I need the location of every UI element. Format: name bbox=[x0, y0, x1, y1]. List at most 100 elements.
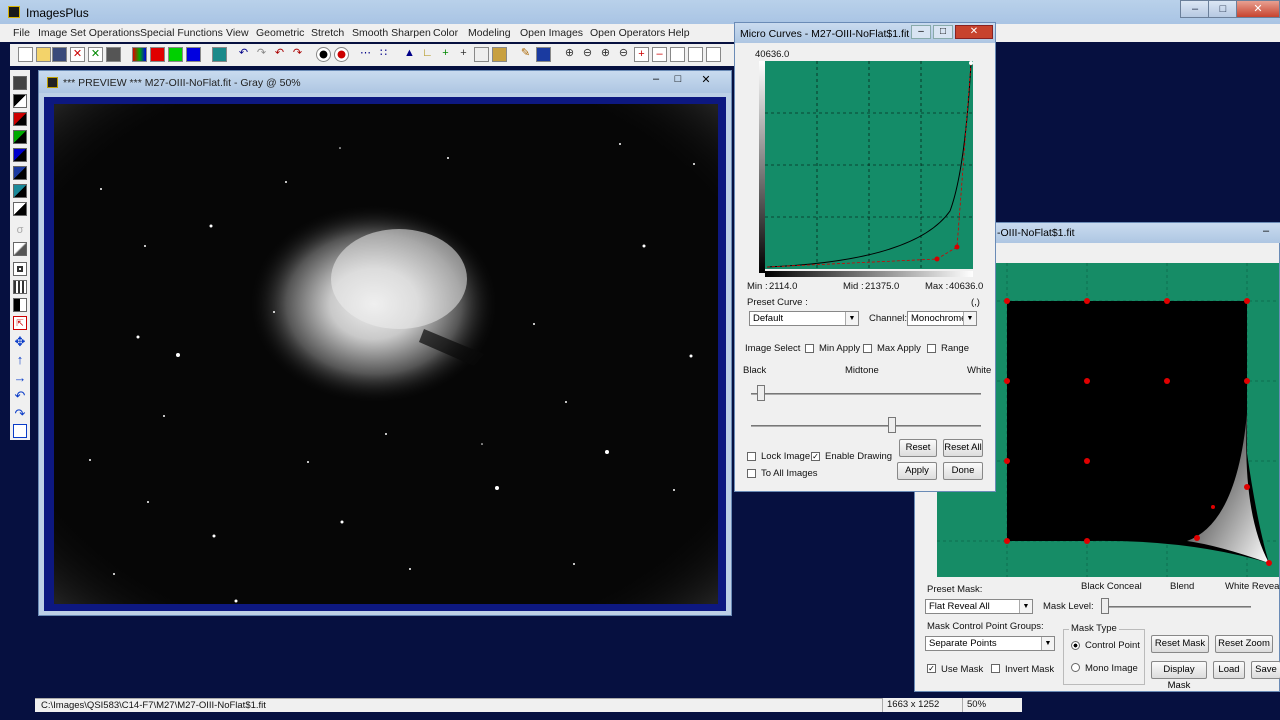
zoom-actual-icon[interactable]: ⊖ bbox=[616, 47, 631, 62]
black-point-thumb[interactable] bbox=[757, 385, 765, 401]
menu-open-operators[interactable]: Open Operators bbox=[590, 27, 665, 39]
plus-icon[interactable]: + bbox=[438, 47, 453, 62]
menu-open-images[interactable]: Open Images bbox=[520, 27, 583, 39]
reset-button[interactable]: Reset bbox=[899, 439, 937, 457]
delete-icon[interactable]: ✕ bbox=[70, 47, 85, 62]
crosshair-icon[interactable]: + bbox=[456, 47, 471, 62]
menu-image-set-operations[interactable]: Image Set Operations bbox=[38, 27, 140, 39]
undo-all-icon[interactable]: ↶ bbox=[272, 47, 287, 62]
control-point-radio[interactable] bbox=[1071, 641, 1080, 650]
lock-image-checkbox[interactable] bbox=[747, 452, 756, 461]
zoom-fit-icon[interactable]: ⊕ bbox=[598, 47, 613, 62]
axes-icon[interactable]: ∟ bbox=[420, 47, 435, 62]
green-tool-icon[interactable] bbox=[13, 130, 27, 144]
window-2-icon[interactable] bbox=[688, 47, 703, 62]
mono-image-radio[interactable] bbox=[1071, 663, 1080, 672]
min-apply-checkbox[interactable] bbox=[805, 344, 814, 353]
redo-all-icon[interactable]: ↷ bbox=[290, 47, 305, 62]
invert-tool-icon[interactable] bbox=[13, 202, 27, 216]
enable-drawing-checkbox[interactable]: ✓ bbox=[811, 452, 820, 461]
bw-tool-icon[interactable] bbox=[13, 94, 27, 108]
minimize-icon[interactable]: – bbox=[1180, 0, 1210, 18]
red-tool-icon[interactable] bbox=[13, 112, 27, 126]
preview-close-icon[interactable]: ✕ bbox=[697, 73, 715, 87]
range-checkbox[interactable] bbox=[927, 344, 936, 353]
zoom-out-icon[interactable]: ⊖ bbox=[580, 47, 595, 62]
rgb-icon[interactable] bbox=[132, 47, 147, 62]
sigma-icon[interactable]: σ bbox=[13, 224, 27, 238]
preview-titlebar[interactable]: *** PREVIEW *** M27-OIII-NoFlat.fit - Gr… bbox=[39, 71, 731, 93]
preset-curve-select[interactable]: Default ▼ bbox=[749, 311, 859, 326]
save-mask-button[interactable]: Save bbox=[1251, 661, 1280, 679]
reset-zoom-button[interactable]: Reset Zoom bbox=[1215, 635, 1273, 653]
table-icon[interactable] bbox=[474, 47, 489, 62]
micro-curves-dialog[interactable]: Micro Curves - M27-OIII-NoFlat$1.fit – □… bbox=[734, 22, 996, 492]
rotate-right-icon[interactable]: ↷ bbox=[13, 407, 27, 422]
open-icon[interactable] bbox=[36, 47, 51, 62]
mask-level-slider[interactable] bbox=[1101, 606, 1251, 608]
redo-icon[interactable]: ↷ bbox=[254, 47, 269, 62]
menu-view[interactable]: View bbox=[226, 27, 249, 39]
undo-icon[interactable]: ↶ bbox=[236, 47, 251, 62]
preset-mask-select[interactable]: Flat Reveal All ▼ bbox=[925, 599, 1033, 614]
reset-mask-button[interactable]: Reset Mask bbox=[1151, 635, 1209, 653]
black-point-slider[interactable] bbox=[751, 393, 981, 395]
select-tool-icon[interactable]: ⇱ bbox=[13, 316, 27, 330]
curves-titlebar[interactable]: Micro Curves - M27-OIII-NoFlat$1.fit – □… bbox=[735, 23, 995, 43]
arrow-up-icon[interactable]: ↑ bbox=[13, 353, 27, 368]
add-red-icon[interactable]: + bbox=[634, 47, 649, 62]
preview-minimize-icon[interactable]: – bbox=[647, 73, 665, 87]
reset-all-button[interactable]: Reset All bbox=[943, 439, 983, 457]
channel-select[interactable]: Monochrome ▼ bbox=[907, 311, 977, 326]
close-icon[interactable]: ✕ bbox=[1236, 0, 1280, 18]
split-tool-icon[interactable] bbox=[13, 298, 27, 312]
menu-modeling[interactable]: Modeling bbox=[468, 27, 511, 39]
subtract-red-icon[interactable]: – bbox=[652, 47, 667, 62]
menu-color[interactable]: Color bbox=[433, 27, 458, 39]
curve-graph[interactable] bbox=[765, 61, 973, 269]
window-1-icon[interactable] bbox=[670, 47, 685, 62]
arrow-right-icon[interactable]: → bbox=[13, 371, 27, 386]
layer-tool-icon[interactable] bbox=[13, 166, 27, 180]
aperture-icon[interactable] bbox=[316, 47, 331, 62]
pencil-icon[interactable]: ✎ bbox=[518, 47, 533, 62]
blue-tool-icon[interactable] bbox=[13, 148, 27, 162]
done-button[interactable]: Done bbox=[943, 462, 983, 480]
mask-minimize-icon[interactable]: – bbox=[1255, 225, 1277, 239]
curves-close-icon[interactable]: ✕ bbox=[955, 25, 993, 39]
invert-mask-checkbox[interactable] bbox=[991, 664, 1000, 673]
crop-icon[interactable]: ✕ bbox=[88, 47, 103, 62]
use-mask-checkbox[interactable]: ✓ bbox=[927, 664, 936, 673]
menu-file[interactable]: File bbox=[13, 27, 30, 39]
bars-tool-icon[interactable] bbox=[13, 280, 27, 294]
cyan-tool-icon[interactable] bbox=[13, 184, 27, 198]
move-icon[interactable]: ✥ bbox=[13, 335, 27, 350]
display-mask-button[interactable]: Display Mask bbox=[1151, 661, 1207, 691]
points-icon[interactable]: ∷ bbox=[376, 47, 391, 62]
red-channel-icon[interactable] bbox=[150, 47, 165, 62]
print-icon[interactable] bbox=[106, 47, 121, 62]
copy-tool-icon[interactable] bbox=[13, 424, 27, 438]
zoom-in-icon[interactable]: ⊕ bbox=[562, 47, 577, 62]
blue-channel-icon[interactable] bbox=[186, 47, 201, 62]
image-icon[interactable] bbox=[492, 47, 507, 62]
apply-button[interactable]: Apply bbox=[897, 462, 937, 480]
to-all-images-checkbox[interactable] bbox=[747, 469, 756, 478]
menu-geometric[interactable]: Geometric bbox=[256, 27, 304, 39]
target-icon[interactable] bbox=[334, 47, 349, 62]
curves-minimize-icon[interactable]: – bbox=[911, 25, 931, 39]
menu-special-functions[interactable]: Special Functions bbox=[140, 27, 223, 39]
white-point-thumb[interactable] bbox=[888, 417, 896, 433]
histogram-icon[interactable]: ▲ bbox=[402, 47, 417, 62]
grid-icon[interactable] bbox=[212, 47, 227, 62]
menu-stretch[interactable]: Stretch bbox=[311, 27, 344, 39]
maximize-icon[interactable]: □ bbox=[1208, 0, 1238, 18]
gradient-tool-icon[interactable] bbox=[13, 242, 27, 256]
new-icon[interactable] bbox=[18, 47, 33, 62]
mask-level-thumb[interactable] bbox=[1101, 598, 1109, 614]
groups-select[interactable]: Separate Points ▼ bbox=[925, 636, 1055, 651]
window-3-icon[interactable] bbox=[706, 47, 721, 62]
curves-maximize-icon[interactable]: □ bbox=[933, 25, 953, 39]
max-apply-checkbox[interactable] bbox=[863, 344, 872, 353]
menu-smooth-sharpen[interactable]: Smooth Sharpen bbox=[352, 27, 431, 39]
